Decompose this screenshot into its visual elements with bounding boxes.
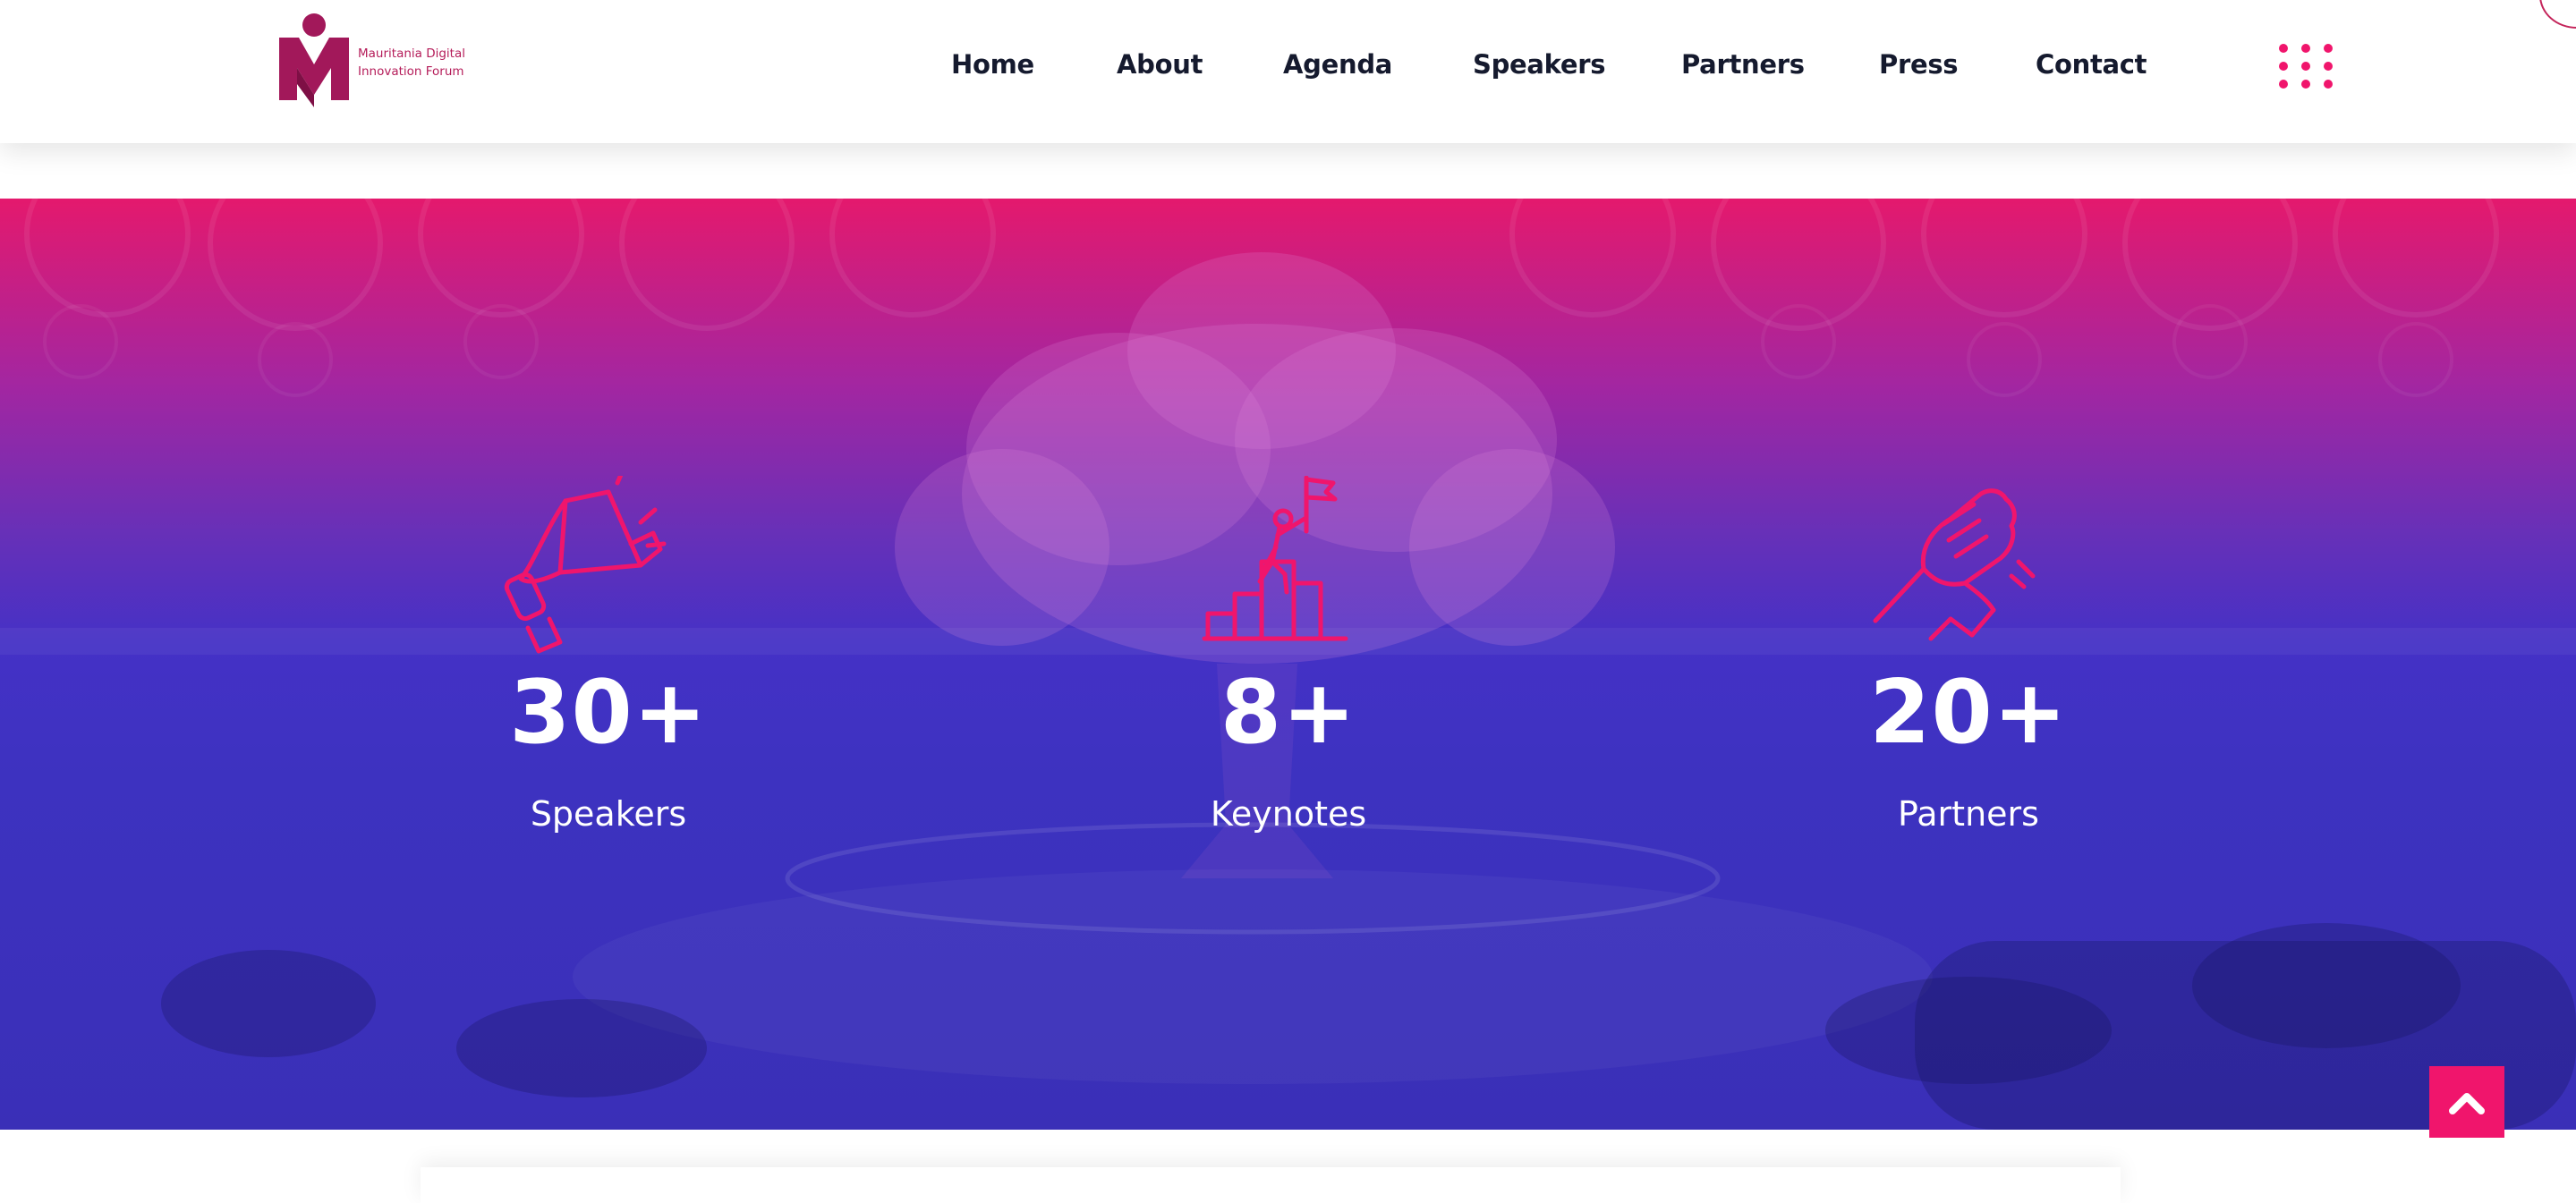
grid-dots-icon[interactable] xyxy=(2278,43,2334,89)
stat-label: Speakers xyxy=(530,794,687,834)
nav-item-contact[interactable]: Contact xyxy=(2036,45,2147,84)
main-nav: Home About Agenda Speakers Partners Pres… xyxy=(0,45,2576,84)
summit-flag-icon xyxy=(1202,476,1348,641)
nav-item-speakers[interactable]: Speakers xyxy=(1473,45,1606,84)
stat-number: 30+ xyxy=(509,662,708,764)
next-section-card xyxy=(421,1167,2121,1203)
stat-label: Partners xyxy=(1898,794,2039,834)
site-header: Mauritania Digital Innovation Forum Home… xyxy=(0,0,2576,143)
stats-section: 30+ Speakers 8+ Keynotes 20+ Partners xyxy=(0,199,2576,1130)
stat-label: Keynotes xyxy=(1210,794,1367,834)
stat-number: 8+ xyxy=(1220,662,1357,764)
stat-number: 20+ xyxy=(1869,662,2068,764)
scroll-to-top-button[interactable] xyxy=(2429,1066,2504,1138)
nav-item-about[interactable]: About xyxy=(1117,45,1203,84)
nav-item-partners[interactable]: Partners xyxy=(1681,45,1805,84)
nav-item-agenda[interactable]: Agenda xyxy=(1283,45,1392,84)
nav-item-press[interactable]: Press xyxy=(1879,45,1959,84)
nav-item-home[interactable]: Home xyxy=(951,45,1034,84)
megaphone-icon xyxy=(504,476,667,654)
corner-decoration xyxy=(2539,0,2576,29)
chevron-up-icon xyxy=(2449,1093,2485,1114)
handshake-icon xyxy=(1873,488,2036,641)
